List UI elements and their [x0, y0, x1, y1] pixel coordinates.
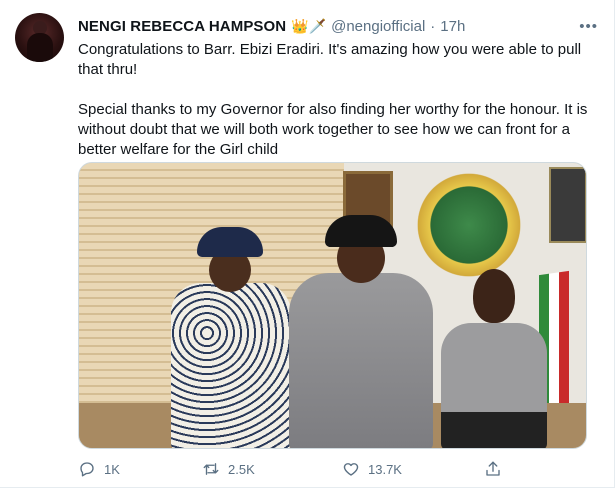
- photo-person-left-hat: [197, 227, 263, 257]
- avatar[interactable]: [15, 13, 64, 62]
- photo-person-center-hat: [325, 215, 397, 247]
- tweet-actions: 1K 2.5K 13.7K: [78, 458, 518, 480]
- photo-portrait-frame-right: [549, 167, 586, 243]
- retweet-icon: [203, 463, 219, 475]
- share-icon: [486, 461, 500, 476]
- author-handle[interactable]: @nengiofficial: [331, 18, 425, 35]
- retweet-button[interactable]: 2.5K: [202, 460, 255, 478]
- photo-person-center-body: [289, 273, 433, 448]
- avatar-body: [27, 33, 53, 62]
- photo-person-right-head: [473, 269, 515, 323]
- tweet-time[interactable]: 17h: [440, 18, 465, 35]
- like-button[interactable]: 13.7K: [342, 460, 402, 478]
- photo-state-crest: [409, 165, 529, 285]
- tweet-text: Congratulations to Barr. Ebizi Eradiri. …: [78, 40, 600, 160]
- reply-button[interactable]: 1K: [78, 460, 120, 478]
- like-count: 13.7K: [368, 461, 402, 477]
- reply-icon: [80, 462, 94, 477]
- reply-count: 1K: [104, 461, 120, 477]
- tweet-header: NENGI REBECCA HAMPSON 👑🗡️ @nengiofficial…: [78, 16, 465, 36]
- heart-icon: [343, 463, 359, 476]
- author-emojis: 👑🗡️: [291, 17, 327, 34]
- share-button[interactable]: [484, 460, 502, 478]
- tweet-photo[interactable]: [78, 162, 587, 449]
- author-name[interactable]: NENGI REBECCA HAMPSON: [78, 18, 286, 35]
- more-icon[interactable]: •••: [579, 18, 598, 35]
- tweet-paragraph-2: Special thanks to my Governor for also f…: [78, 101, 588, 158]
- photo-person-right-body: [441, 323, 547, 448]
- separator-dot: ·: [430, 17, 436, 35]
- tweet-paragraph-1: Congratulations to Barr. Ebizi Eradiri. …: [78, 41, 582, 78]
- retweet-count: 2.5K: [228, 461, 255, 477]
- photo-person-left-body: [171, 283, 291, 448]
- tweet-card[interactable]: NENGI REBECCA HAMPSON 👑🗡️ @nengiofficial…: [0, 0, 615, 488]
